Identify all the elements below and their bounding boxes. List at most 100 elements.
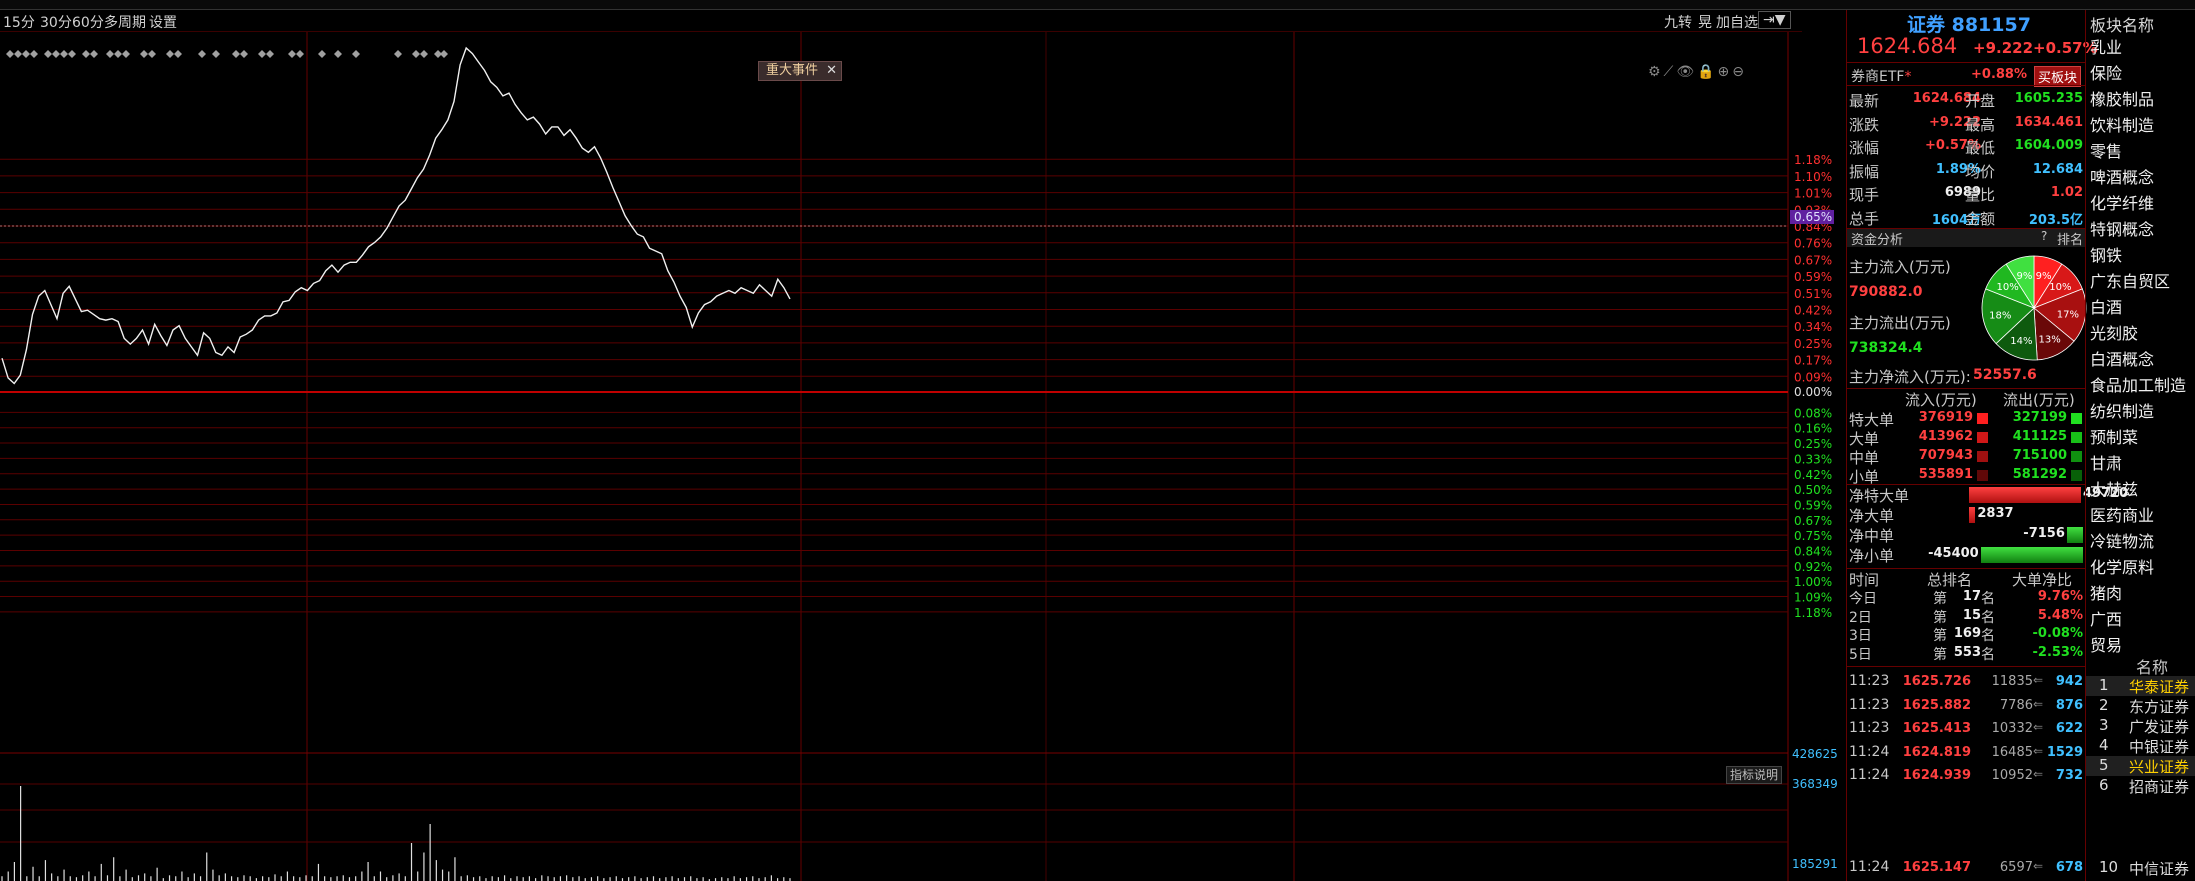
rank-time: 5日 [1849,646,1872,663]
sector-item[interactable]: 猪肉 [2090,580,2122,604]
etf-change-pct: +0.88% [1971,67,2027,82]
net-value: -45400 [1928,546,1979,561]
pct-tick-zero: 0.00% [1794,385,1832,399]
sector-name: 证券 881157 [1907,14,2031,36]
stock-rank-name: 中银证券 [2129,738,2190,756]
flow-out-header: 流出(万元) [2003,391,2075,409]
sector-item[interactable]: 白酒概念 [2090,346,2154,370]
sector-item[interactable]: 食品加工制造 [2090,372,2186,396]
ratio-header: 大单净比 [2012,571,2073,589]
flow-out-marker [2071,470,2082,481]
sector-item[interactable]: 化学纤维 [2090,190,2154,214]
add-watchlist-button[interactable]: 加自选 [1716,12,1758,32]
volume-tick: 368349 [1792,777,1838,791]
rank-suffix: 名 [1981,628,1995,644]
pie-slice-label: 9% [2016,271,2032,282]
expand-menu-button[interactable]: ⇥▼ [1758,11,1791,29]
stock-rank-row[interactable]: 3 广发证券 [2086,716,2195,736]
huang-button[interactable]: 晃 [1698,12,1712,32]
sector-item[interactable]: 特钢概念 [2090,216,2154,240]
chart-tool-icons[interactable]: ⚙⟋👁🔒⊕⊖ [1648,64,1747,80]
sector-item[interactable]: 零售 [2090,138,2122,162]
rank-link[interactable]: 排名 [2057,229,2083,248]
event-diamond-icon [60,50,68,58]
rank-ratio: 5.48% [2037,607,2083,623]
intraday-chart[interactable]: 1.18%1.10%1.01%0.93%0.84%0.76%0.67%0.59%… [0,32,1846,881]
arrow-left-icon: ⇐ [2033,859,2044,873]
event-diamond-icon [266,50,274,58]
pct-tick-down: 0.67% [1794,514,1832,528]
stock-rank-row[interactable]: 6 招商证券 [2086,776,2195,796]
event-diamond-icon [394,50,402,58]
sector-item[interactable]: 大赫兹 [2090,476,2138,500]
sector-item[interactable]: 乳业 [2090,34,2122,58]
main-inflow-label: 主力流入(万元) [1849,258,1951,276]
sector-item[interactable]: 广东自贸区 [2090,268,2170,292]
sector-item[interactable]: 医药商业 [2090,502,2154,526]
fund-analysis-title: 资金分析 [1851,233,1904,248]
tick-price: 1624.939 [1902,768,1971,783]
close-icon[interactable]: ✕ [826,62,837,80]
stock-rank-row-last[interactable]: 10 中信证券 [2086,858,2195,878]
sector-item[interactable]: 啤酒概念 [2090,164,2154,188]
net-bar-negative [2066,527,2083,543]
settings-button[interactable]: 设置 [149,12,177,32]
rank-prefix: 第 [1933,591,1947,607]
net-bar-positive [1969,487,2081,503]
pct-tick-down: 0.84% [1794,545,1832,559]
stock-rank-row[interactable]: 2 东方证券 [2086,696,2195,716]
sector-item[interactable]: 广西 [2090,606,2122,630]
net-bar-positive [1969,507,1976,523]
jiuzhuan-button[interactable]: 九转 [1664,12,1692,32]
sector-item[interactable]: 饮料制造 [2090,112,2154,136]
net-row-label: 净特大单 [1849,487,1910,505]
sector-item[interactable]: 冷链物流 [2090,528,2154,552]
sector-item[interactable]: 预制菜 [2090,424,2138,448]
rank-time: 3日 [1849,628,1872,644]
sector-item[interactable]: 甘肃 [2090,450,2122,474]
quote-label: 总手 [1849,209,1880,228]
stock-rank-row[interactable]: 1 华泰证券 [2086,676,2195,696]
buy-sector-button[interactable]: 买板块 [2034,66,2082,87]
sector-item[interactable]: 光刻胶 [2090,320,2138,344]
rank-suffix: 名 [1981,646,1995,663]
rank-number: 15 [1962,607,1981,623]
stock-rank-row[interactable]: 5 兴业证券 [2086,756,2195,776]
period-multi[interactable]: 多周期 [104,12,146,32]
event-diamond-icon [82,50,90,58]
period-60min[interactable]: 60分 [72,12,104,32]
tick-volume: 6597 [1999,860,2033,875]
pie-slice-label: 17% [2057,309,2079,320]
quote-label: 量比 [1965,186,1996,204]
sector-item[interactable]: 橡胶制品 [2090,86,2154,110]
flow-out-marker [2071,451,2082,462]
period-30min[interactable]: 30分 [40,12,72,32]
tick-time: 11:24 [1849,743,1890,760]
sector-item[interactable]: 白酒 [2090,294,2122,318]
sector-item[interactable]: 保险 [2090,60,2122,84]
sector-item[interactable]: 化学原料 [2090,554,2154,578]
event-diamond-icon [334,50,342,58]
sector-item[interactable]: 纺织制造 [2090,398,2154,422]
period-15min[interactable]: 15分 [3,12,35,32]
flow-in-marker [1977,470,1988,481]
major-event-tag[interactable]: 重大事件 ✕ [758,61,842,81]
rank-ratio: 9.76% [2037,589,2083,604]
quote-label: 开盘 [1965,92,1996,110]
flow-in-marker [1977,413,1988,424]
indicator-help-button[interactable]: 指标说明 [1726,766,1782,784]
event-diamond-icon [68,50,76,58]
flow-out-value: 715100 [2012,448,2067,463]
quote-value: 1634.461 [2014,114,2083,130]
net-row-label: 净小单 [1849,547,1895,565]
event-diamond-icon [106,50,114,58]
help-icon[interactable]: ? [2041,229,2047,243]
sector-item[interactable]: 贸易 [2090,632,2122,656]
net-value: -7156 [2023,526,2065,541]
arrow-left-icon: ⇐ [2033,696,2044,711]
sector-item[interactable]: 钢铁 [2090,242,2122,266]
sector-list-panel: 板块名称 名称 10 中信证券 乳业 保险 橡胶制品 饮料制造 零售 啤酒概念 化学纤维 特钢… [2085,10,2195,881]
stock-rank-row[interactable]: 4 中银证券 [2086,736,2195,756]
pct-tick-up: 0.59% [1794,270,1832,284]
stock-rank-name: 兴业证券 [2129,758,2190,776]
